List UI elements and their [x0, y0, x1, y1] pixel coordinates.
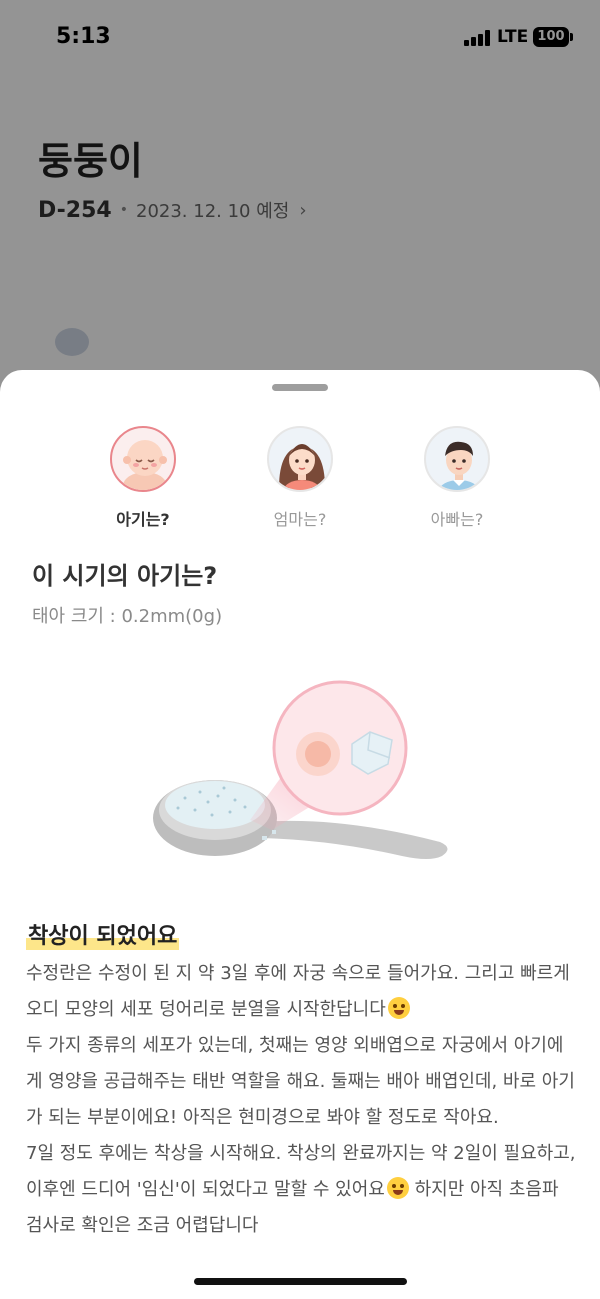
- home-indicator[interactable]: [194, 1278, 407, 1285]
- paragraph: 두 가지 종류의 세포가 있는데, 첫째는 영양 외배엽으로 자궁에서 아기에게…: [26, 1035, 575, 1128]
- fetal-size: 태아 크기 : 0.2mm(0g): [32, 606, 223, 627]
- star-struck-emoji-icon: [387, 997, 410, 1019]
- bottom-sheet: 아기는? 엄마는? 아빠는? 이 시기의 아기는? 태아 크기: 0.2mm(…: [0, 370, 600, 1299]
- paragraph: 7일 정도 후에는 착상을 시작해요. 착상의 완료까지는 약 2일이 필요하고…: [26, 1136, 578, 1244]
- spoon-with-salt-grains-illustration: [140, 670, 470, 880]
- section-title: 이 시기의 아기는?: [32, 562, 218, 590]
- headline: 착상이 되었어요: [26, 918, 180, 950]
- tab-father-label: 아빠는?: [430, 510, 484, 529]
- mother-avatar-icon: [267, 426, 333, 492]
- tab-mother[interactable]: 엄마는?: [240, 426, 360, 530]
- sheet-grabber[interactable]: [272, 384, 328, 391]
- tab-mother-label: 엄마는?: [273, 510, 327, 529]
- paragraph-text: 수정란은 수정이 된 지 약 3일 후에 자궁 속으로 들어가요. 그리고 빠르…: [26, 963, 570, 1020]
- baby-avatar-icon: [110, 426, 176, 492]
- party-face-emoji-icon: [386, 1177, 409, 1199]
- tab-father[interactable]: 아빠는?: [397, 426, 517, 530]
- article-body: 수정란은 수정이 된 지 약 3일 후에 자궁 속으로 들어가요. 그리고 빠르…: [26, 956, 578, 1244]
- tab-baby-label: 아기는?: [116, 510, 170, 529]
- audience-tabs: 아기는? 엄마는? 아빠는?: [0, 426, 600, 536]
- father-avatar-icon: [424, 426, 490, 492]
- paragraph: 수정란은 수정이 된 지 약 3일 후에 자궁 속으로 들어가요. 그리고 빠르…: [26, 956, 578, 1028]
- tab-baby[interactable]: 아기는?: [83, 426, 203, 530]
